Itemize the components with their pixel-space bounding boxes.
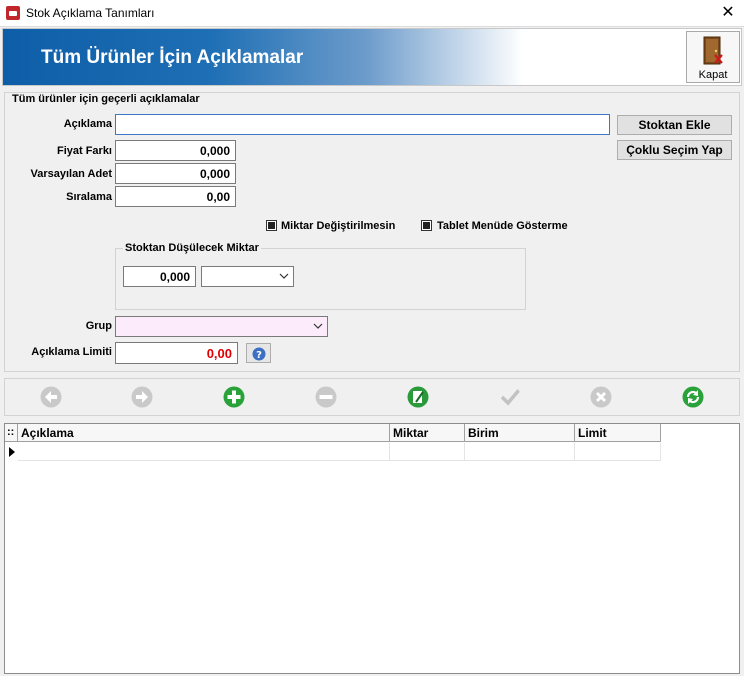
column-header-aciklama[interactable]: Açıklama	[18, 424, 390, 442]
miktar-degistirilmesin-checkbox[interactable]	[266, 220, 277, 231]
column-header-birim[interactable]: Birim	[465, 424, 575, 442]
close-button-label: Kapat	[698, 69, 728, 81]
add-icon[interactable]	[223, 386, 245, 408]
aciklama-limiti-input[interactable]: 0,00	[115, 342, 238, 364]
cancel-icon[interactable]	[590, 386, 612, 408]
help-icon: ?	[252, 347, 266, 361]
varsayilan-adet-input[interactable]: 0,000	[115, 163, 236, 184]
group-title: Tüm ürünler için geçerli açıklamalar	[10, 93, 202, 105]
row-indicator-icon	[9, 447, 15, 457]
header-banner: Tüm Ürünler İçin Açıklamalar Kapat	[2, 28, 742, 86]
refresh-icon[interactable]	[682, 386, 704, 408]
table-row-cell-birim[interactable]	[465, 443, 575, 461]
grup-label: Grup	[85, 320, 112, 332]
back-icon[interactable]	[40, 386, 62, 408]
miktar-degistirilmesin-label: Miktar Değiştirilmesin	[281, 220, 396, 232]
siralama-label: Sıralama	[66, 191, 112, 203]
aciklama-label: Açıklama	[63, 118, 112, 130]
column-header-miktar[interactable]: Miktar	[390, 424, 465, 442]
descriptions-grid[interactable]: :: Açıklama Miktar Birim Limit	[4, 423, 740, 674]
app-icon	[6, 6, 20, 20]
close-button[interactable]: Kapat	[686, 31, 740, 83]
window-title: Stok Açıklama Tanımları	[26, 6, 155, 20]
column-header-limit[interactable]: Limit	[575, 424, 661, 442]
chevron-down-icon	[279, 273, 289, 279]
help-button[interactable]: ?	[246, 343, 271, 363]
toolbar	[4, 378, 740, 416]
fiyat-farki-label: Fiyat Farkı	[56, 145, 112, 157]
svg-text:?: ?	[256, 350, 262, 361]
stok-unit-select[interactable]	[201, 266, 294, 287]
table-row-cell-miktar[interactable]	[390, 443, 465, 461]
varsayilan-adet-label: Varsayılan Adet	[30, 168, 112, 180]
siralama-input[interactable]: 0,00	[115, 186, 236, 207]
tablet-menude-gosterme-checkbox[interactable]	[421, 220, 432, 231]
door-exit-icon	[703, 36, 723, 65]
table-row-cell-aciklama[interactable]	[18, 443, 390, 461]
remove-icon[interactable]	[315, 386, 337, 408]
stok-amount-input[interactable]: 0,000	[123, 266, 196, 287]
table-row-cell-limit[interactable]	[575, 443, 661, 461]
forward-icon[interactable]	[131, 386, 153, 408]
aciklama-input[interactable]	[115, 114, 610, 135]
tablet-menude-gosterme-label: Tablet Menüde Gösterme	[437, 220, 568, 232]
confirm-icon[interactable]	[499, 386, 521, 408]
grup-select[interactable]	[115, 316, 328, 337]
chevron-down-icon	[313, 323, 323, 329]
stok-deduction-title: Stoktan Düşülecek Miktar	[123, 242, 261, 254]
aciklama-limiti-label: Açıklama Limiti	[31, 346, 112, 358]
edit-icon[interactable]	[407, 386, 429, 408]
fiyat-farki-input[interactable]: 0,000	[115, 140, 236, 161]
window-close-button[interactable]: ✕	[716, 2, 740, 24]
page-title: Tüm Ürünler İçin Açıklamalar	[41, 47, 304, 68]
stoktan-ekle-button[interactable]: Stoktan Ekle	[617, 115, 732, 135]
grid-indicator-header: ::	[5, 424, 18, 442]
coklu-secim-button[interactable]: Çoklu Seçim Yap	[617, 140, 732, 160]
